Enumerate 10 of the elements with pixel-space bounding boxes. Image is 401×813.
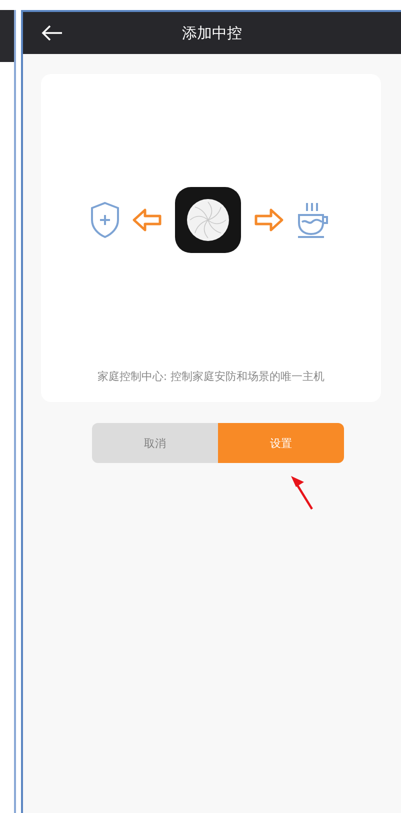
left-arrow-icon	[132, 207, 162, 233]
back-arrow-icon[interactable]	[41, 25, 63, 41]
page-title: 添加中控	[182, 24, 242, 42]
annotation-arrow	[289, 475, 315, 511]
right-arrow-icon	[254, 207, 284, 233]
card-caption: 家庭控制中心: 控制家庭安防和场景的唯一主机	[97, 369, 325, 384]
cancel-button[interactable]: 取消	[92, 423, 218, 463]
hub-device-icon	[174, 186, 242, 254]
setup-button[interactable]: 设置	[218, 423, 344, 463]
shield-plus-icon	[90, 201, 120, 239]
